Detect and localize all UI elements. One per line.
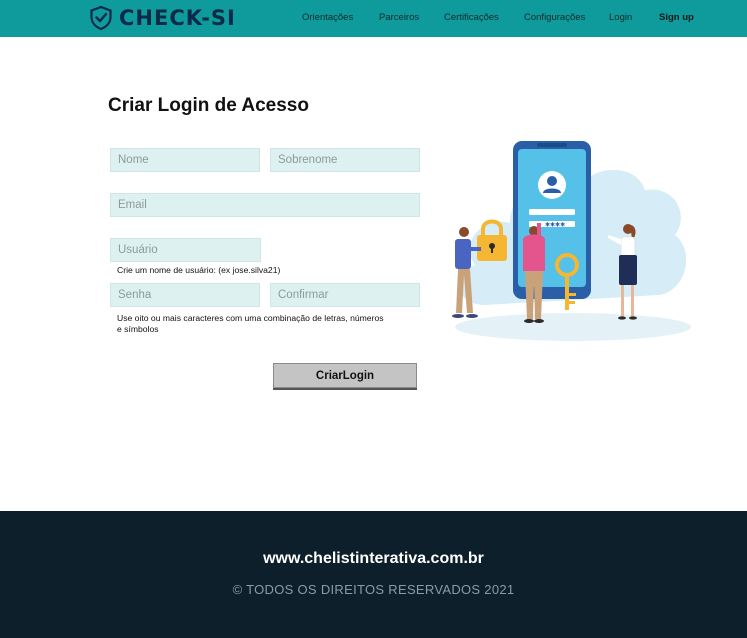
nav-link-login[interactable]: Login <box>609 12 632 23</box>
password-hint-line2: e símbolos <box>117 323 159 334</box>
shield-check-icon <box>90 6 112 30</box>
password-hint: Use oito ou mais caracteres com uma comb… <box>117 313 384 334</box>
password-field <box>110 283 260 307</box>
last-name-input[interactable] <box>271 149 419 171</box>
password-input[interactable] <box>111 284 259 306</box>
nav-link-parceiros[interactable]: Parceiros <box>379 12 419 23</box>
username-hint: Crie um nome de usuário: (ex jose.silva2… <box>117 265 281 275</box>
brand-logo[interactable]: CHECK-SI <box>90 6 236 30</box>
nav-link-certificacoes[interactable]: Certificações <box>444 12 499 23</box>
confirm-password-input[interactable] <box>271 284 419 306</box>
password-hint-line1: Use oito ou mais caracteres com uma comb… <box>117 313 384 323</box>
username-input[interactable] <box>111 239 260 261</box>
footer-copyright: © TODOS OS DIREITOS RESERVADOS 2021 <box>232 582 515 597</box>
nav-link-configuracoes[interactable]: Configurações <box>524 12 585 23</box>
brand-name: CHECK-SI <box>119 6 236 30</box>
footer: www.chelistinterativa.com.br © TODOS OS … <box>0 511 747 638</box>
email-input[interactable] <box>111 194 419 216</box>
last-name-field <box>270 148 420 172</box>
username-field <box>110 238 261 262</box>
svg-text:✱✱✱✱: ✱✱✱✱ <box>545 222 565 229</box>
footer-website-link[interactable]: www.chelistinterativa.com.br <box>0 550 747 568</box>
nav-link-orientacoes[interactable]: Orientações <box>302 12 353 23</box>
top-navigation-bar: CHECK-SI Orientações Parceiros Certifica… <box>0 0 747 37</box>
confirm-password-field <box>270 283 420 307</box>
login-security-illustration: ✱✱✱✱ <box>452 141 691 341</box>
first-name-input[interactable] <box>111 149 259 171</box>
first-name-field <box>110 148 260 172</box>
page-title: Criar Login de Acesso <box>108 95 309 116</box>
email-field <box>110 193 420 217</box>
nav-link-signup[interactable]: Sign up <box>659 12 694 23</box>
create-login-button[interactable]: CriarLogin <box>273 363 417 388</box>
